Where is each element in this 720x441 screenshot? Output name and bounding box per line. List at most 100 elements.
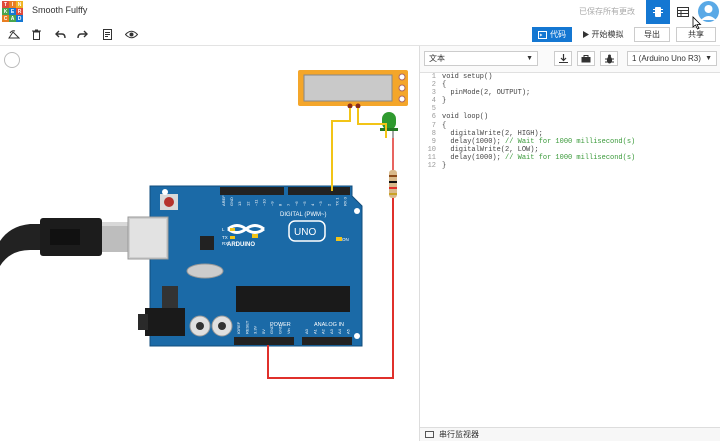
pin-label: GND [278,325,283,334]
line-number: 11 [427,153,436,162]
component-list-icon [677,7,689,17]
tinkercad-logo[interactable]: TINKERCAD [2,1,23,22]
logo-letter: N [16,1,23,8]
logo-letter: K [2,8,9,15]
rotate-icon [8,29,20,38]
serial-monitor-label: 串行监视器 [439,430,479,439]
code-text-area[interactable]: 1 void setup() 2{3 pinMode(2, OUTPUT); 4} 5 6… [420,73,720,421]
line-number: 8 [431,129,436,138]
usb-cable[interactable] [0,218,128,266]
pin-label: AREF [221,195,226,206]
resistor[interactable] [389,138,397,198]
pin-label: GND [269,325,274,334]
pin-label: RESET [244,320,249,334]
code-panel-header: 文本 ▼ 1 (Arduino Uno R3) ▼ [420,46,720,73]
redo-icon [76,30,88,39]
lcd-display[interactable] [298,70,408,109]
code-line[interactable]: 8 digitalWrite(2, HIGH); [420,130,720,138]
code-line[interactable]: 3 pinMode(2, OUTPUT); [420,89,720,97]
download-code-button[interactable] [554,51,572,66]
logo-letter: E [9,8,16,15]
wire-lcd-to-led[interactable] [357,108,387,138]
code-mode-select[interactable]: 文本 ▼ [424,51,538,66]
device-select-value: 1 (Arduino Uno R3) [632,54,701,63]
redo-button[interactable] [74,27,90,42]
project-title[interactable]: Smooth Fulffy [32,5,87,15]
line-number: 7 [431,121,436,130]
code-line[interactable]: 10 digitalWrite(2, LOW); [420,146,720,154]
delete-button[interactable] [28,27,44,42]
pin-label: ~3 [318,201,323,206]
board-label-tx: TX [222,235,228,240]
code-text: } [442,162,447,171]
board-label-digital: DIGITAL (PWM~) [280,212,327,218]
export-button[interactable]: 导出 [634,27,670,42]
pin-label: ~9 [270,201,275,206]
start-simulation-button[interactable]: 开始模拟 [577,27,629,42]
code-line[interactable]: 9 delay(1000); // Wait for 1000 millisec… [420,138,720,146]
code-comment: // Wait for 1000 millisecond(s) [505,137,636,146]
code-text: } [442,97,447,106]
notes-button[interactable] [99,27,115,42]
library-button[interactable] [577,51,595,66]
line-number: 9 [431,137,436,146]
device-select[interactable]: 1 (Arduino Uno R3) ▼ [627,51,717,66]
pin-label: ~5 [302,201,307,206]
line-number: 10 [427,145,436,154]
undo-icon [54,30,66,39]
logo-letter: C [2,15,9,22]
code-text: digitalWrite(2, LOW); [442,145,539,154]
code-text: pinMode(2, OUTPUT); [442,89,531,98]
board-label-on: ON [342,237,349,242]
pin-label: A5 [346,328,351,334]
code-text: { [442,81,447,90]
debug-button[interactable] [600,51,618,66]
code-line[interactable]: 12} [420,162,720,170]
code-line[interactable]: 11 delay(1000); // Wait for 1000 millise… [420,154,720,162]
code-line[interactable]: 6 void loop() [420,113,720,121]
code-button-label: 代码 [550,30,566,39]
code-mode-value: 文本 [429,54,445,63]
code-editor-panel: 文本 ▼ 1 (Arduino Uno R3) ▼ 1 void setup() 2… [419,46,720,441]
logo-letter: T [2,1,9,8]
code-line[interactable]: 5 [420,105,720,113]
component-list-button[interactable] [672,0,694,24]
chevron-down-icon: ▼ [705,55,712,62]
bug-icon [604,54,614,63]
code-text: void loop() [442,113,489,122]
trash-icon [31,29,41,40]
pin-label: 12 [245,201,250,206]
pin-label: GND [229,197,234,206]
code-line[interactable]: 7{ [420,122,720,130]
visibility-button[interactable] [123,27,139,42]
code-line[interactable]: 1 void setup() [420,73,720,81]
top-bar: TINKERCAD Smooth Fulffy 已保存所有更改 [0,0,720,25]
circuit-view-button[interactable] [646,0,670,24]
code-line[interactable]: 4} [420,97,720,105]
logo-letter: I [9,1,16,8]
circuit-view-icon [653,7,663,17]
line-number: 2 [431,81,436,90]
mouse-cursor-icon [692,16,702,30]
save-status: 已保存所有更改 [579,7,635,16]
rotate-button[interactable] [6,27,22,42]
code-text: delay(1000); // Wait for 1000 millisecon… [442,153,636,162]
circuit-canvas[interactable]: DIGITAL (PWM~) ARDUINO UNO POWER ANALOG … [0,46,418,441]
undo-button[interactable] [52,27,68,42]
circuit-drawing: DIGITAL (PWM~) ARDUINO UNO POWER ANALOG … [0,70,408,379]
pin-label: IOREF [236,321,241,334]
eye-icon [124,30,138,39]
line-number: 6 [431,113,436,122]
logo-letter: D [16,15,23,22]
logo-letter: A [9,15,16,22]
code-line[interactable]: 2{ [420,81,720,89]
pin-label: 3.3V [253,325,258,334]
code-button[interactable]: 代码 [532,27,572,42]
board-label-rx: RX [222,241,228,246]
chevron-down-icon: ▼ [526,55,533,62]
serial-monitor-bar[interactable]: 串行监视器 [420,427,720,441]
line-number: 5 [431,105,436,114]
wire-lcd-to-pin2[interactable] [331,108,351,191]
pin-label: Vin [286,328,291,334]
pin-label: ~10 [262,198,267,206]
